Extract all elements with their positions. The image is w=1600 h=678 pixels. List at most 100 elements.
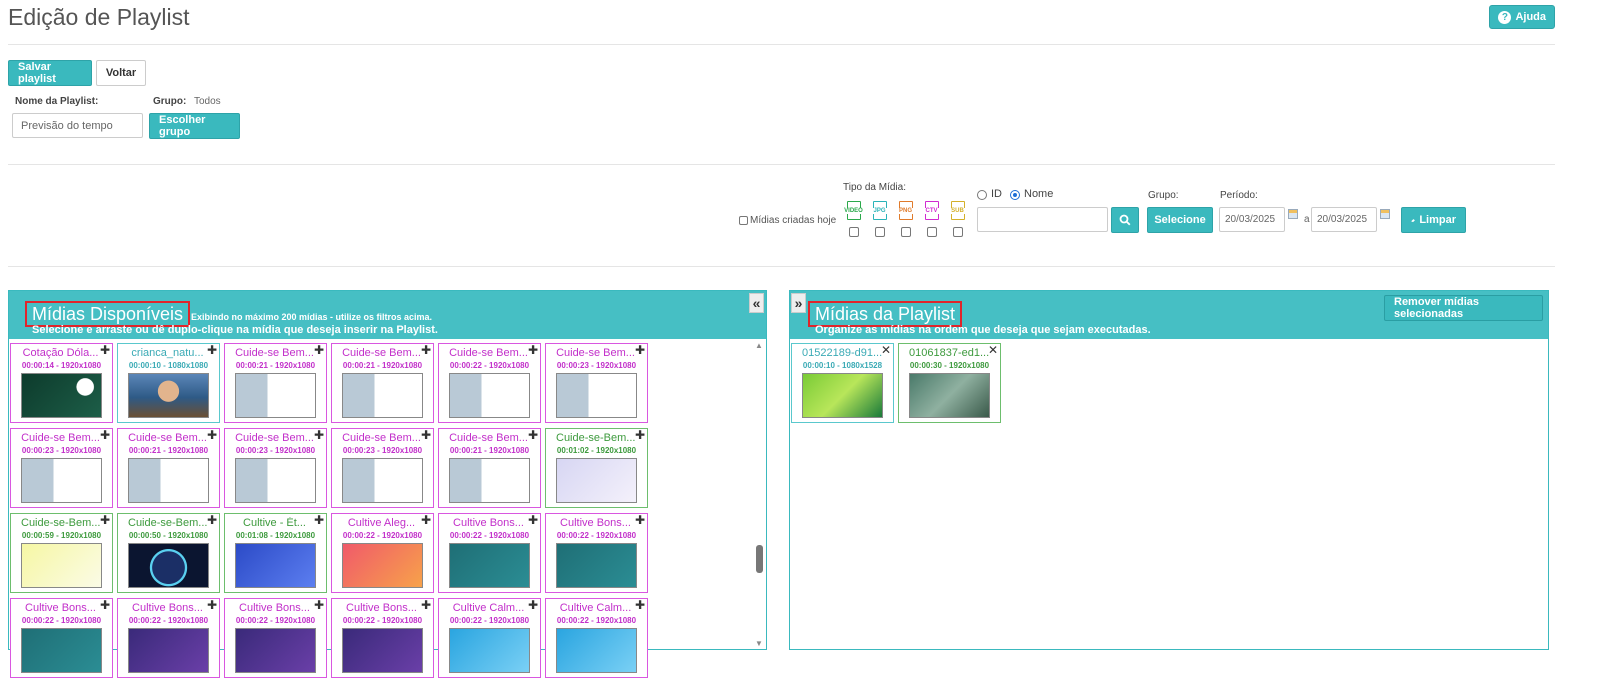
calendar-icon[interactable] xyxy=(1288,209,1298,219)
playlist-media-card[interactable]: 01061837-ed1... 00:00:30 - 1920x1080 ✕ xyxy=(898,343,1001,423)
add-icon[interactable]: ✚ xyxy=(314,599,324,611)
media-type-video[interactable]: VIDEO xyxy=(843,201,864,237)
jpg-checkbox[interactable] xyxy=(874,227,885,237)
media-name: Cultive Bons... xyxy=(132,602,203,614)
media-card[interactable]: Cuide-se Bem... 00:00:23 - 1920x1080 ✚ xyxy=(10,428,113,508)
media-card[interactable]: Cotação Dóla... 00:00:14 - 1920x1080 ✚ xyxy=(10,343,113,423)
add-icon[interactable]: ✚ xyxy=(100,429,110,441)
add-icon[interactable]: ✚ xyxy=(100,599,110,611)
media-type-label: Tipo da Mídia: xyxy=(843,182,906,193)
media-card[interactable]: Cultive Bons... 00:00:22 - 1920x1080 ✚ xyxy=(331,598,434,678)
media-card[interactable]: Cultive Bons... 00:00:22 - 1920x1080 ✚ xyxy=(438,513,541,593)
media-card[interactable]: Cultive - Ét... 00:01:08 - 1920x1080 ✚ xyxy=(224,513,327,593)
add-icon[interactable]: ✚ xyxy=(421,514,431,526)
media-card[interactable]: Cuide-se-Bem... 00:00:50 - 1920x1080 ✚ xyxy=(117,513,220,593)
media-type-ctv[interactable]: CTV xyxy=(922,201,941,237)
date-separator: a xyxy=(1304,214,1310,225)
media-meta: 00:00:22 - 1920x1080 xyxy=(128,616,209,625)
sub-checkbox[interactable] xyxy=(952,227,963,237)
playlist-name-input[interactable]: Previsão do tempo xyxy=(12,113,143,138)
media-card[interactable]: Cultive Calm... 00:00:22 - 1920x1080 ✚ xyxy=(545,598,648,678)
media-card[interactable]: Cuide-se Bem... 00:00:21 - 1920x1080 ✚ xyxy=(438,428,541,508)
back-button[interactable]: Voltar xyxy=(96,60,146,86)
add-icon[interactable]: ✚ xyxy=(421,599,431,611)
add-icon[interactable]: ✚ xyxy=(635,514,645,526)
media-type-jpg[interactable]: JPG xyxy=(870,201,889,237)
calendar-icon[interactable] xyxy=(1380,209,1390,219)
search-button[interactable] xyxy=(1111,207,1139,233)
expand-icon[interactable]: » xyxy=(791,293,806,313)
media-card[interactable]: Cultive Bons... 00:00:22 - 1920x1080 ✚ xyxy=(545,513,648,593)
remove-selected-button[interactable]: Remover mídias selecionadas xyxy=(1384,295,1543,321)
choose-group-button[interactable]: Escolher grupo xyxy=(149,113,240,139)
media-card[interactable]: Cultive Bons... 00:00:22 - 1920x1080 ✚ xyxy=(117,598,220,678)
add-icon[interactable]: ✚ xyxy=(635,599,645,611)
media-type-sub[interactable]: SUB xyxy=(948,201,967,237)
save-button[interactable]: Salvar playlist xyxy=(8,60,92,86)
ctv-checkbox[interactable] xyxy=(926,227,937,237)
search-input[interactable] xyxy=(977,207,1108,232)
search-by-id-radio[interactable] xyxy=(977,190,987,200)
media-card[interactable]: Cuide-se Bem... 00:00:23 - 1920x1080 ✚ xyxy=(545,343,648,423)
media-type-png[interactable]: PNG xyxy=(896,201,915,237)
scroll-up-icon[interactable]: ▲ xyxy=(755,341,763,350)
search-by-name-radio[interactable] xyxy=(1010,190,1020,200)
playlist-media-card[interactable]: 01522189-d91... 00:00:10 - 1080x1528 ✕ xyxy=(791,343,894,423)
media-card[interactable]: Cultive Aleg... 00:00:22 - 1920x1080 ✚ xyxy=(331,513,434,593)
add-icon[interactable]: ✚ xyxy=(314,429,324,441)
media-card[interactable]: Cultive Calm... 00:00:22 - 1920x1080 ✚ xyxy=(438,598,541,678)
add-icon[interactable]: ✚ xyxy=(207,429,217,441)
sub-file-icon: SUB xyxy=(950,201,965,220)
add-icon[interactable]: ✚ xyxy=(100,514,110,526)
date-to-input[interactable]: 20/03/2025 xyxy=(1311,207,1377,232)
date-from-input[interactable]: 20/03/2025 xyxy=(1219,207,1285,232)
scrollbar-thumb[interactable] xyxy=(756,545,763,573)
scroll-down-icon[interactable]: ▼ xyxy=(755,639,763,648)
media-card[interactable]: Cultive Bons... 00:00:22 - 1920x1080 ✚ xyxy=(224,598,327,678)
media-card[interactable]: crianca_natu... 00:00:10 - 1080x1080 ✚ xyxy=(117,343,220,423)
add-icon[interactable]: ✚ xyxy=(528,599,538,611)
media-card[interactable]: Cuide-se Bem... 00:00:22 - 1920x1080 ✚ xyxy=(438,343,541,423)
collapse-icon[interactable]: « xyxy=(749,293,764,313)
add-icon[interactable]: ✚ xyxy=(528,344,538,356)
help-label: Ajuda xyxy=(1515,11,1546,23)
add-icon[interactable]: ✚ xyxy=(635,429,645,441)
media-card[interactable]: Cuide-se Bem... 00:00:23 - 1920x1080 ✚ xyxy=(224,428,327,508)
add-icon[interactable]: ✚ xyxy=(528,429,538,441)
png-checkbox[interactable] xyxy=(900,227,911,237)
media-meta: 00:00:22 - 1920x1080 xyxy=(449,531,530,540)
add-icon[interactable]: ✚ xyxy=(635,344,645,356)
add-icon[interactable]: ✚ xyxy=(207,514,217,526)
remove-icon[interactable]: ✕ xyxy=(881,344,891,356)
media-name: Cultive Bons... xyxy=(560,517,631,529)
add-icon[interactable]: ✚ xyxy=(421,344,431,356)
media-card[interactable]: Cultive Bons... 00:00:22 - 1920x1080 ✚ xyxy=(10,598,113,678)
media-name: Cuide-se Bem... xyxy=(449,347,528,359)
video-checkbox[interactable] xyxy=(848,227,859,237)
media-card[interactable]: Cuide-se Bem... 00:00:23 - 1920x1080 ✚ xyxy=(331,428,434,508)
add-icon[interactable]: ✚ xyxy=(207,599,217,611)
select-group-button[interactable]: Selecione xyxy=(1147,207,1213,233)
media-name: Cuide-se-Bem... xyxy=(128,517,208,529)
help-button[interactable]: ? Ajuda xyxy=(1489,5,1555,29)
add-icon[interactable]: ✚ xyxy=(314,514,324,526)
remove-icon[interactable]: ✕ xyxy=(988,344,998,356)
clear-button[interactable]: Limpar xyxy=(1401,207,1466,233)
scrollbar[interactable]: ▲ ▼ xyxy=(755,339,764,649)
media-thumbnail xyxy=(128,543,209,588)
add-icon[interactable]: ✚ xyxy=(528,514,538,526)
add-icon[interactable]: ✚ xyxy=(100,344,110,356)
today-filter[interactable]: Mídias criadas hoje xyxy=(739,215,836,226)
media-name: 01061837-ed1... xyxy=(909,347,990,359)
media-card[interactable]: Cuide-se Bem... 00:00:21 - 1920x1080 ✚ xyxy=(117,428,220,508)
media-thumbnail xyxy=(342,373,423,418)
add-icon[interactable]: ✚ xyxy=(421,429,431,441)
add-icon[interactable]: ✚ xyxy=(207,344,217,356)
add-icon[interactable]: ✚ xyxy=(314,344,324,356)
media-card[interactable]: Cuide-se Bem... 00:00:21 - 1920x1080 ✚ xyxy=(331,343,434,423)
media-meta: 00:01:08 - 1920x1080 xyxy=(235,531,316,540)
media-card[interactable]: Cuide-se-Bem... 00:00:59 - 1920x1080 ✚ xyxy=(10,513,113,593)
media-card[interactable]: Cuide-se Bem... 00:00:21 - 1920x1080 ✚ xyxy=(224,343,327,423)
media-card[interactable]: Cuide-se-Bem... 00:01:02 - 1920x1080 ✚ xyxy=(545,428,648,508)
today-checkbox[interactable] xyxy=(739,216,748,225)
